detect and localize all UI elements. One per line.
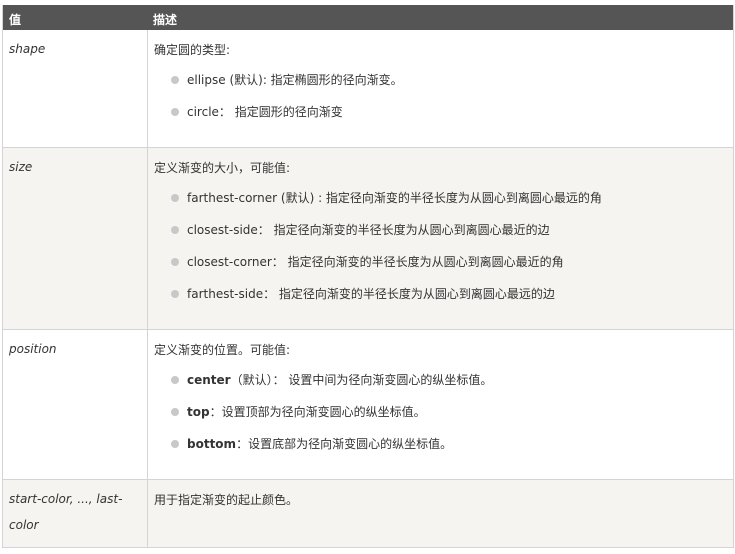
table-row-position: position 定义渐变的位置。可能值: center（默认）： 设置中间为径… xyxy=(3,330,733,480)
list-item: center（默认）： 设置中间为径向渐变圆心的纵坐标值。 xyxy=(171,372,733,404)
value-cell: start-color, ..., last- color xyxy=(3,480,148,547)
description-text: 确定圆的类型: xyxy=(154,43,231,57)
item-text: ： 指定圆形的径向渐变 xyxy=(218,105,343,119)
description-text: 用于指定渐变的起止颜色。 xyxy=(154,493,299,507)
item-text: ：设置顶部为径向渐变圆心的纵坐标值。 xyxy=(209,405,426,419)
description-text: 定义渐变的大小，可能值: xyxy=(154,161,291,175)
keyword: farthest-side xyxy=(187,287,264,301)
keyword: ellipse xyxy=(187,73,226,87)
header-value: 值 xyxy=(9,13,22,27)
header-description: 描述 xyxy=(153,13,178,27)
item-text: （默认）： 设置中间为径向渐变圆心的纵坐标值。 xyxy=(230,373,493,387)
description-cell: 定义渐变的大小，可能值: farthest-corner (默认) : 指定径向… xyxy=(148,148,733,329)
description-cell: 用于指定渐变的起止颜色。 xyxy=(148,480,733,547)
option-list: farthest-corner (默认) : 指定径向渐变的半径长度为从圆心到离… xyxy=(154,190,733,318)
value-name: position xyxy=(9,342,57,356)
list-item: bottom：设置底部为径向渐变圆心的纵坐标值。 xyxy=(171,436,733,468)
item-text: (默认) : 指定径向渐变的半径长度为从圆心到离圆心最远的角 xyxy=(277,191,602,205)
item-text: (默认): 指定椭圆形的径向渐变。 xyxy=(225,73,403,87)
table-row-colors: start-color, ..., last- color 用于指定渐变的起止颜… xyxy=(3,480,733,548)
option-list: center（默认）： 设置中间为径向渐变圆心的纵坐标值。 top：设置顶部为径… xyxy=(154,372,733,468)
list-item: closest-side： 指定径向渐变的半径长度为从圆心到离圆心最近的边 xyxy=(171,222,733,254)
value-name-line2: color xyxy=(9,518,39,532)
keyword: closest-side xyxy=(187,223,258,237)
item-text: ：设置底部为径向渐变圆心的纵坐标值。 xyxy=(236,437,453,451)
list-item: farthest-side： 指定径向渐变的半径长度为从圆心到离圆心最远的边 xyxy=(171,286,733,318)
keyword: farthest-corner xyxy=(187,191,278,205)
item-text: ： 指定径向渐变的半径长度为从圆心到离圆心最近的角 xyxy=(271,255,564,269)
keyword: center xyxy=(187,373,231,387)
item-text: ： 指定径向渐变的半径长度为从圆心到离圆心最远的边 xyxy=(263,287,555,301)
keyword: circle xyxy=(187,105,219,119)
value-cell: size xyxy=(3,148,148,329)
option-list: ellipse (默认): 指定椭圆形的径向渐变。 circle： 指定圆形的径… xyxy=(154,72,733,136)
keyword: bottom xyxy=(187,437,237,451)
table-header: 值 描述 xyxy=(3,5,733,30)
list-item: circle： 指定圆形的径向渐变 xyxy=(171,104,733,136)
table-row-size: size 定义渐变的大小，可能值: farthest-corner (默认) :… xyxy=(3,148,733,330)
list-item: farthest-corner (默认) : 指定径向渐变的半径长度为从圆心到离… xyxy=(171,190,733,222)
value-cell: shape xyxy=(3,30,148,147)
list-item: ellipse (默认): 指定椭圆形的径向渐变。 xyxy=(171,72,733,104)
value-name: shape xyxy=(9,42,46,56)
item-text: ： 指定径向渐变的半径长度为从圆心到离圆心最近的边 xyxy=(257,223,550,237)
value-name-line1: start-color, ..., last- xyxy=(9,492,123,506)
css-values-table: 值 描述 shape 确定圆的类型: ellipse (默认): 指定椭圆形的径… xyxy=(2,5,734,548)
list-item: top：设置顶部为径向渐变圆心的纵坐标值。 xyxy=(171,404,733,436)
description-cell: 确定圆的类型: ellipse (默认): 指定椭圆形的径向渐变。 circle… xyxy=(148,30,733,147)
keyword: closest-corner xyxy=(187,255,272,269)
keyword: top xyxy=(187,405,210,419)
value-cell: position xyxy=(3,330,148,479)
list-item: closest-corner： 指定径向渐变的半径长度为从圆心到离圆心最近的角 xyxy=(171,254,733,286)
description-text: 定义渐变的位置。可能值: xyxy=(154,343,291,357)
description-cell: 定义渐变的位置。可能值: center（默认）： 设置中间为径向渐变圆心的纵坐标… xyxy=(148,330,733,479)
value-name: size xyxy=(9,160,33,174)
table-row-shape: shape 确定圆的类型: ellipse (默认): 指定椭圆形的径向渐变。 … xyxy=(3,30,733,148)
